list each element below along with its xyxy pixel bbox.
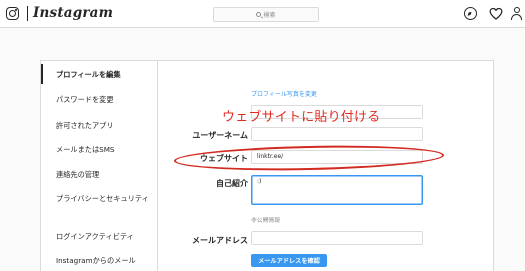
- settings-sidebar: プロフィールを編集 パスワードを変更 許可されたアプリ メールまたはSMS 連絡…: [41, 61, 158, 271]
- instagram-glyph-icon[interactable]: [6, 7, 19, 20]
- change-photo-link[interactable]: プロフィール写真を変更: [251, 89, 317, 98]
- instagram-logo[interactable]: Instagram: [33, 5, 113, 21]
- logo-divider: [27, 6, 28, 21]
- bio-textarea[interactable]: :): [251, 175, 423, 205]
- search-placeholder: 検索: [263, 12, 276, 19]
- search-input[interactable]: 検索: [213, 7, 319, 22]
- sidebar-item-email-sms[interactable]: メールまたはSMS: [41, 145, 157, 154]
- heart-icon[interactable]: [489, 7, 503, 20]
- email-field[interactable]: [251, 231, 423, 245]
- username-label: ユーザーネーム: [192, 131, 248, 140]
- compass-icon[interactable]: [464, 7, 477, 20]
- username-field[interactable]: [251, 127, 423, 141]
- sidebar-item-edit-profile[interactable]: プロフィールを編集: [41, 64, 157, 84]
- bio-label: 自己紹介: [216, 179, 248, 188]
- private-info-heading: 非公開情報: [251, 218, 280, 224]
- sidebar-item-change-password[interactable]: パスワードを変更: [41, 95, 157, 104]
- annotation-text: ウェブサイトに貼り付ける: [222, 110, 381, 125]
- email-label: メールアドレス: [192, 236, 248, 245]
- top-nav-bar: Instagram 検索: [0, 0, 525, 28]
- profile-icon-body: [511, 14, 522, 20]
- profile-icon-head: [513, 7, 520, 13]
- sidebar-item-contacts[interactable]: 連絡先の管理: [41, 170, 157, 179]
- profile-icon[interactable]: [511, 7, 522, 20]
- sidebar-item-login-activity[interactable]: ログインアクティビティ: [41, 232, 157, 241]
- sidebar-item-privacy-security[interactable]: プライバシーとセキュリティ: [41, 194, 151, 203]
- sidebar-item-instagram-emails[interactable]: Instagramからのメール: [41, 256, 157, 265]
- confirm-email-button[interactable]: メールアドレスを確認: [251, 254, 327, 267]
- sidebar-item-authorized-apps[interactable]: 許可されたアプリ: [41, 121, 157, 130]
- search-icon: [256, 12, 262, 17]
